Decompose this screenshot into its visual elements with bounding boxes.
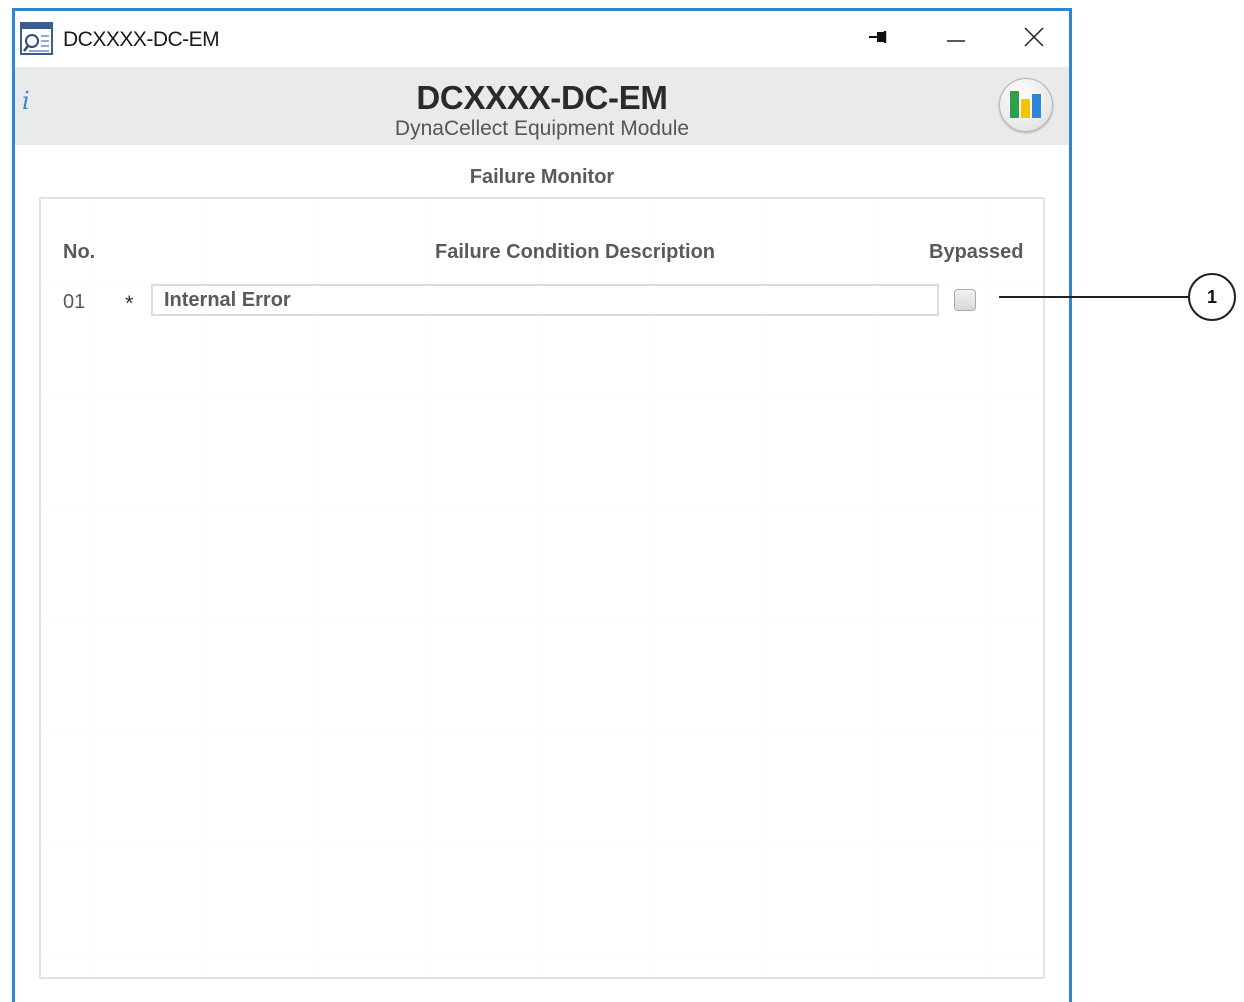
bypass-checkbox[interactable] <box>954 289 976 311</box>
close-button[interactable] <box>1014 21 1054 57</box>
column-header-bypassed: Bypassed <box>929 241 1024 263</box>
module-subtitle: DynaCellect Equipment Module <box>394 117 690 140</box>
failure-number: 01 <box>63 291 86 313</box>
section-title: Failure Monitor <box>469 166 615 188</box>
app-document-icon <box>20 22 53 55</box>
failure-monitor-panel: No. Failure Condition Description Bypass… <box>39 197 1045 979</box>
column-header-no: No. <box>63 241 96 263</box>
column-header-description: Failure Condition Description <box>435 241 716 263</box>
minimize-icon <box>947 30 965 48</box>
pin-button[interactable] <box>860 21 900 57</box>
window-title: DCXXXX-DC-EM <box>63 28 220 51</box>
pin-icon <box>869 30 891 49</box>
callout-badge: 1 <box>1188 273 1236 321</box>
module-header: i DCXXXX-DC-EM DynaCellect Equipment Mod… <box>15 67 1069 145</box>
callout-leader-line <box>999 296 1189 298</box>
window-titlebar[interactable]: DCXXXX-DC-EM <box>15 11 1069 67</box>
statistics-button[interactable] <box>999 78 1053 132</box>
failure-row: 01 * <box>41 283 1043 319</box>
bar-chart-icon <box>1009 87 1043 124</box>
failure-description-field[interactable] <box>151 284 939 316</box>
module-title: DCXXXX-DC-EM <box>416 79 668 116</box>
minimize-button[interactable] <box>936 21 976 57</box>
app-window: DCXXXX-DC-EM i DCXXXX-DC-EM DynaCellect … <box>12 8 1072 1002</box>
asterisk-marker: * <box>125 291 134 316</box>
close-icon <box>1024 26 1044 52</box>
callout-number: 1 <box>1206 286 1217 307</box>
